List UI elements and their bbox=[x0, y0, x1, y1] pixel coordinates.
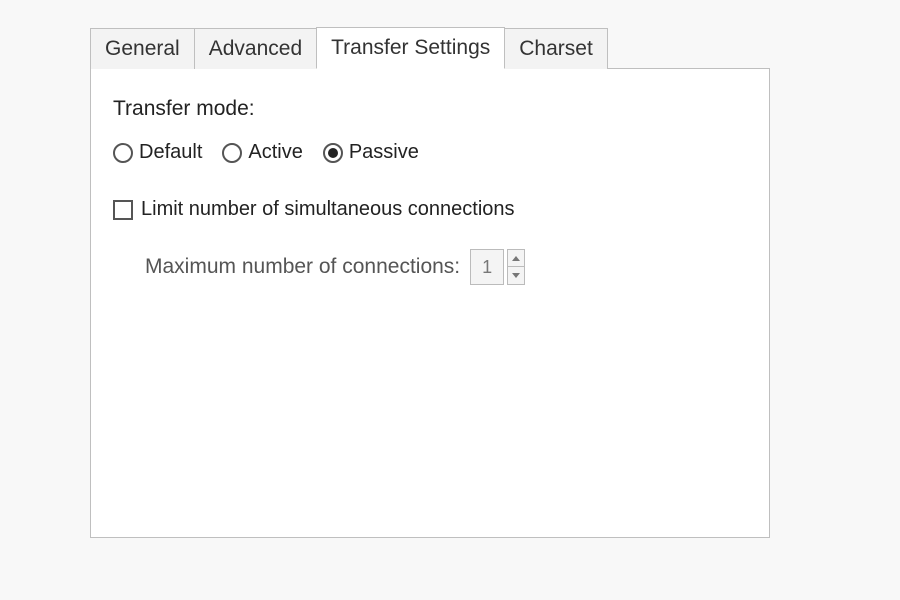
max-connections-label: Maximum number of connections: bbox=[145, 255, 460, 279]
limit-connections-label: Limit number of simultaneous connections bbox=[141, 198, 515, 221]
tab-advanced[interactable]: Advanced bbox=[194, 28, 317, 69]
radio-active-label: Active bbox=[248, 141, 302, 164]
max-connections-spinner: 1 bbox=[470, 249, 525, 285]
checkbox-icon bbox=[113, 200, 133, 220]
transfer-mode-radio-group: Default Active Passive bbox=[113, 141, 747, 164]
radio-passive-label: Passive bbox=[349, 141, 419, 164]
radio-passive[interactable]: Passive bbox=[323, 141, 419, 164]
radio-icon bbox=[113, 143, 133, 163]
spinner-up-button[interactable] bbox=[507, 249, 525, 267]
chevron-down-icon bbox=[512, 273, 520, 278]
radio-icon bbox=[222, 143, 242, 163]
tab-charset[interactable]: Charset bbox=[504, 28, 608, 69]
tabstrip: General Advanced Transfer Settings Chars… bbox=[90, 22, 900, 68]
radio-icon bbox=[323, 143, 343, 163]
radio-active[interactable]: Active bbox=[222, 141, 302, 164]
limit-connections-checkbox[interactable]: Limit number of simultaneous connections bbox=[113, 198, 747, 221]
radio-default[interactable]: Default bbox=[113, 141, 202, 164]
transfer-settings-panel: Transfer mode: Default Active Passive Li… bbox=[90, 68, 770, 538]
chevron-up-icon bbox=[512, 256, 520, 261]
max-connections-input[interactable]: 1 bbox=[470, 249, 504, 285]
transfer-mode-label: Transfer mode: bbox=[113, 97, 747, 121]
radio-default-label: Default bbox=[139, 141, 202, 164]
tab-transfer-settings[interactable]: Transfer Settings bbox=[316, 27, 505, 69]
max-connections-row: Maximum number of connections: 1 bbox=[145, 249, 747, 285]
spinner-down-button[interactable] bbox=[507, 267, 525, 285]
tab-general[interactable]: General bbox=[90, 28, 195, 69]
